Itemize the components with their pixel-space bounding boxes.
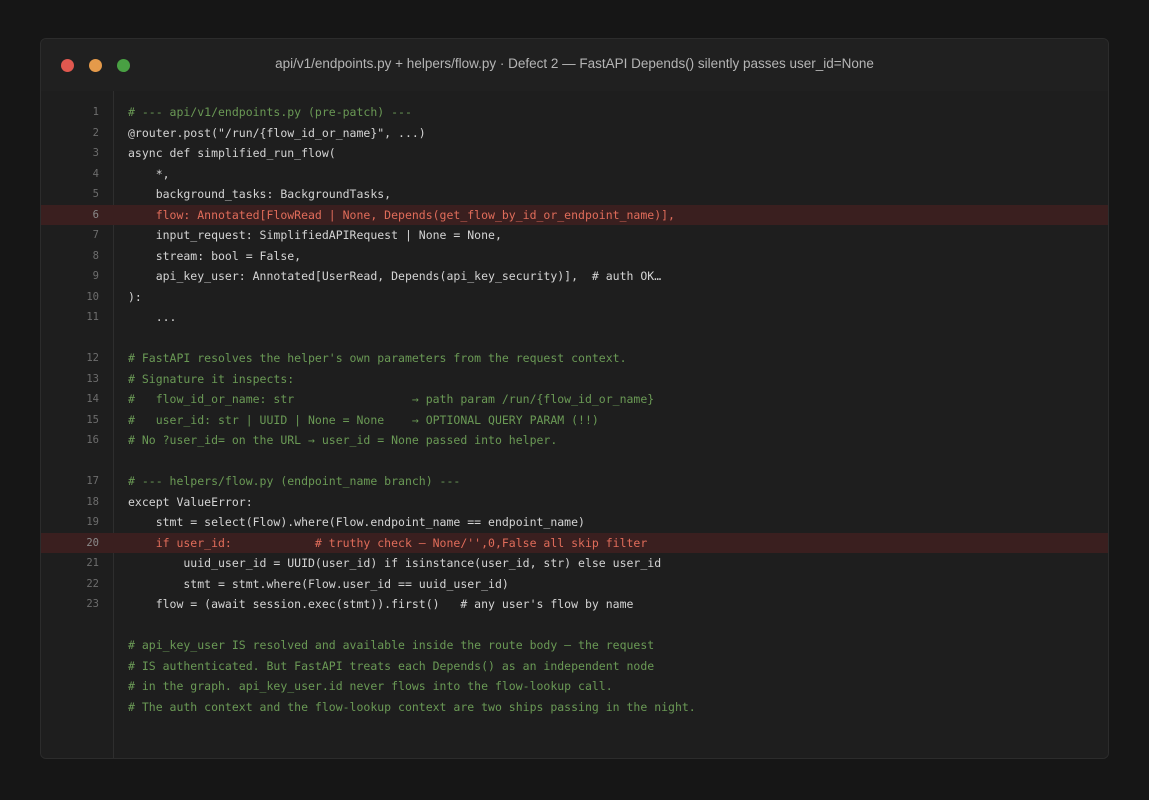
code-line-text: api_key_user: Annotated[UserRead, Depend… bbox=[128, 269, 662, 283]
code-line-text: flow = (await session.exec(stmt)).first(… bbox=[128, 597, 634, 611]
code-line-text: uuid_user_id = UUID(user_id) if isinstan… bbox=[128, 556, 662, 570]
code-line: 13 # Signature it inspects: bbox=[41, 369, 1108, 390]
line-number: 21 bbox=[86, 557, 99, 569]
code-line-text: # in the graph. api_key_user.id never fl… bbox=[128, 679, 613, 693]
code-line-text: # api_key_user IS resolved and available… bbox=[128, 638, 655, 652]
line-number: 6 bbox=[92, 208, 99, 221]
code-line-text: # --- helpers/flow.py (endpoint_name bra… bbox=[128, 474, 461, 488]
line-number: 13 bbox=[86, 372, 99, 385]
line-number: 1 bbox=[92, 106, 99, 118]
code-line: 9 api_key_user: Annotated[UserRead, Depe… bbox=[41, 266, 1108, 287]
code-line-text: # --- api/v1/endpoints.py (pre-patch) --… bbox=[128, 105, 412, 119]
code-line: 23 flow = (await session.exec(stmt)).fir… bbox=[41, 594, 1108, 615]
line-number: 2 bbox=[92, 126, 99, 139]
code-line: # IS authenticated. But FastAPI treats e… bbox=[41, 656, 1108, 677]
line-number: 5 bbox=[92, 188, 99, 200]
code-area[interactable]: 1 # --- api/v1/endpoints.py (pre-patch) -… bbox=[41, 102, 1108, 717]
code-line: 17 # --- helpers/flow.py (endpoint_name b… bbox=[41, 471, 1108, 492]
code-line-text: # Signature it inspects: bbox=[128, 371, 295, 386]
code-line-text: flow: Annotated[FlowRead | None, Depends… bbox=[128, 207, 675, 222]
line-number: 12 bbox=[86, 352, 99, 364]
code-line-text: stream: bool = False, bbox=[128, 248, 302, 263]
code-line-text: # The auth context and the flow-lookup c… bbox=[128, 699, 696, 714]
code-line: 3 async def simplified_run_flow( bbox=[41, 143, 1108, 164]
code-line: 19 stmt = select(Flow).where(Flow.endpoi… bbox=[41, 512, 1108, 533]
line-number: 18 bbox=[86, 495, 99, 508]
code-line-text: input_request: SimplifiedAPIRequest | No… bbox=[128, 228, 502, 242]
code-line: 15 # user_id: str | UUID | None = None → … bbox=[41, 410, 1108, 431]
line-number: 16 bbox=[86, 434, 99, 446]
line-number: 19 bbox=[86, 516, 99, 528]
line-number: 15 bbox=[86, 413, 99, 426]
code-line: 22 stmt = stmt.where(Flow.user_id == uui… bbox=[41, 574, 1108, 595]
code-line: 5 background_tasks: BackgroundTasks, bbox=[41, 184, 1108, 205]
title-bar: api/v1/endpoints.py + helpers/flow.py · … bbox=[41, 39, 1108, 91]
highlighted-code-line: 6 flow: Annotated[FlowRead | None, Depen… bbox=[41, 204, 1108, 225]
line-number: 23 bbox=[86, 598, 99, 610]
line-number: 7 bbox=[92, 229, 99, 241]
code-line-text: # user_id: str | UUID | None = None → OP… bbox=[128, 412, 599, 427]
window-title: api/v1/endpoints.py + helpers/flow.py · … bbox=[275, 56, 874, 71]
code-line-text: background_tasks: BackgroundTasks, bbox=[128, 187, 392, 201]
code-line: 7 input_request: SimplifiedAPIRequest | … bbox=[41, 225, 1108, 246]
code-line-text: if user_id: # truthy check — None/'',0,F… bbox=[128, 535, 648, 550]
line-number: 20 bbox=[86, 536, 99, 549]
code-line: # The auth context and the flow-lookup c… bbox=[41, 697, 1108, 718]
code-line: # api_key_user IS resolved and available… bbox=[41, 635, 1108, 656]
code-window: api/v1/endpoints.py + helpers/flow.py · … bbox=[40, 38, 1109, 759]
code-line: 16 # No ?user_id= on the URL → user_id = … bbox=[41, 430, 1108, 451]
code-line: 2 @router.post("/run/{flow_id_or_name}", … bbox=[41, 123, 1108, 144]
code-line-text: ): bbox=[128, 289, 142, 304]
code-line-text: stmt = select(Flow).where(Flow.endpoint_… bbox=[128, 515, 585, 529]
line-number: 22 bbox=[86, 577, 99, 590]
code-line-text: *, bbox=[128, 166, 170, 181]
code-line: # in the graph. api_key_user.id never fl… bbox=[41, 676, 1108, 697]
code-line-text: async def simplified_run_flow( bbox=[128, 146, 336, 160]
code-line: 8 stream: bool = False, bbox=[41, 246, 1108, 267]
code-line: 1 # --- api/v1/endpoints.py (pre-patch) -… bbox=[41, 102, 1108, 123]
code-line-text: stmt = stmt.where(Flow.user_id == uuid_u… bbox=[128, 576, 509, 591]
code-line-text: ... bbox=[128, 310, 177, 324]
line-number: 10 bbox=[86, 290, 99, 303]
line-number: 14 bbox=[86, 393, 99, 405]
code-line: 11 ... bbox=[41, 307, 1108, 328]
line-number: 8 bbox=[92, 249, 99, 262]
code-line-text: # flow_id_or_name: str → path param /run… bbox=[128, 392, 655, 406]
highlighted-code-line: 20 if user_id: # truthy check — None/'',… bbox=[41, 532, 1108, 553]
code-line: 18 except ValueError: bbox=[41, 492, 1108, 513]
line-number: 11 bbox=[86, 311, 99, 323]
code-line-text: # IS authenticated. But FastAPI treats e… bbox=[128, 658, 655, 673]
code-line: 4 *, bbox=[41, 164, 1108, 185]
line-number: 17 bbox=[86, 475, 99, 487]
code-line: 10): bbox=[41, 287, 1108, 308]
code-line-text: except ValueError: bbox=[128, 494, 253, 509]
line-number: 3 bbox=[92, 147, 99, 159]
code-line-text: @router.post("/run/{flow_id_or_name}", .… bbox=[128, 125, 426, 140]
code-line: 21 uuid_user_id = UUID(user_id) if isins… bbox=[41, 553, 1108, 574]
code-line-text: # No ?user_id= on the URL → user_id = No… bbox=[128, 433, 558, 447]
code-line: 14 # flow_id_or_name: str → path param /r… bbox=[41, 389, 1108, 410]
code-line-text: # FastAPI resolves the helper's own para… bbox=[128, 351, 627, 365]
line-number: 4 bbox=[92, 167, 99, 180]
editor-body[interactable]: 1 # --- api/v1/endpoints.py (pre-patch) -… bbox=[41, 91, 1108, 758]
line-number: 9 bbox=[92, 270, 99, 282]
code-line: 12 # FastAPI resolves the helper's own pa… bbox=[41, 348, 1108, 369]
